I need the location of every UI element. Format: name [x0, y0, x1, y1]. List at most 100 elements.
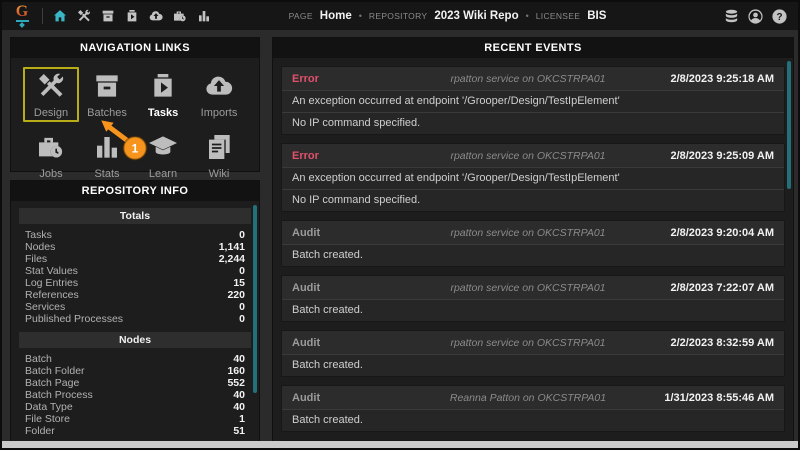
recent-events-title: RECENT EVENTS: [273, 38, 793, 58]
breadcrumb: PAGE Home • REPOSITORY 2023 Wiki Repo • …: [172, 10, 723, 22]
topbar-divider: [42, 8, 43, 24]
navigation-grid: Design Batches TasksImports Jobs Stats Learn W…: [11, 67, 259, 183]
repo-stat-row: Log Entries15: [19, 277, 251, 289]
stat-value: 220: [227, 289, 245, 301]
nav-item-batches[interactable]: Batches: [79, 67, 135, 122]
repo-section-title: Totals: [19, 208, 251, 224]
events-scrollbar[interactable]: [787, 61, 791, 189]
stat-value: 2,244: [219, 253, 245, 265]
grooper-logo-icon[interactable]: G: [12, 5, 32, 27]
event-type: Error: [292, 73, 412, 85]
repo-stat-row: Batch Page552: [19, 377, 251, 389]
event-message: No IP command specified.: [282, 189, 784, 211]
nav-item-label: Learn: [149, 168, 177, 180]
imports-icon[interactable]: [147, 8, 164, 25]
nav-item-stats[interactable]: Stats: [79, 128, 135, 183]
stat-value: 51: [233, 425, 245, 437]
event-message: An exception occurred at endpoint '/Groo…: [282, 90, 784, 112]
event-message: Batch created.: [282, 409, 784, 431]
stat-value: 0: [239, 313, 245, 325]
database-icon[interactable]: [723, 8, 740, 25]
wiki-icon: [203, 131, 235, 168]
nav-item-learn[interactable]: Learn: [135, 128, 191, 183]
event-timestamp: 2/8/2023 7:22:07 AM: [644, 282, 774, 294]
stat-label: Batch: [25, 353, 52, 365]
stat-label: Batch Page: [25, 377, 79, 389]
event-header: Errorrpatton service on OKCSTRPA012/8/20…: [282, 67, 784, 90]
event-timestamp: 2/2/2023 8:32:59 AM: [644, 337, 774, 349]
stat-label: Nodes: [25, 241, 55, 253]
stat-value: 0: [239, 265, 245, 277]
nav-item-tasks[interactable]: Tasks: [135, 67, 191, 122]
event-card[interactable]: Errorrpatton service on OKCSTRPA012/8/20…: [281, 66, 785, 135]
stat-label: Stat Values: [25, 265, 78, 277]
svg-text:?: ?: [776, 12, 782, 23]
event-message: An exception occurred at endpoint '/Groo…: [282, 167, 784, 189]
page-label: PAGE: [289, 11, 313, 21]
user-icon[interactable]: [747, 8, 764, 25]
licensee-value: BIS: [587, 10, 606, 22]
learn-icon: [147, 131, 179, 168]
stat-label: Tasks: [25, 229, 52, 241]
repo-stat-row: References 220: [19, 289, 251, 301]
repository-scrollbar[interactable]: [253, 205, 257, 393]
event-header: Errorrpatton service on OKCSTRPA012/8/20…: [282, 144, 784, 167]
event-message: Batch created.: [282, 244, 784, 266]
event-card[interactable]: Auditrpatton service on OKCSTRPA012/8/20…: [281, 220, 785, 267]
event-card[interactable]: Auditrpatton service on OKCSTRPA012/8/20…: [281, 275, 785, 322]
stats-icon: [91, 131, 123, 168]
stat-label: Batch Process: [25, 389, 93, 401]
event-source: rpatton service on OKCSTRPA01: [412, 227, 644, 239]
repo-section-title: Nodes: [19, 332, 251, 348]
repository-value: 2023 Wiki Repo: [434, 10, 518, 22]
repo-stat-row: Services 0: [19, 301, 251, 313]
recent-events-panel: RECENT EVENTS Errorrpatton service on OK…: [272, 37, 794, 445]
topbar-right-icons: ?: [723, 8, 788, 25]
stat-label: Services: [25, 301, 65, 313]
event-timestamp: 2/8/2023 9:20:04 AM: [644, 227, 774, 239]
event-card[interactable]: Errorrpatton service on OKCSTRPA012/8/20…: [281, 143, 785, 212]
repo-stat-row: Published Processes0: [19, 313, 251, 325]
nav-item-imports[interactable]: Imports: [191, 67, 247, 122]
repository-info-body: TotalsTasks0Nodes1,141Files2,244Stat Val…: [11, 208, 259, 437]
event-card[interactable]: Auditrpatton service on OKCSTRPA012/2/20…: [281, 330, 785, 377]
nav-item-label: Batches: [87, 107, 127, 119]
stat-value: 0: [239, 229, 245, 241]
batches-icon[interactable]: [99, 8, 116, 25]
repo-stat-row: Stat Values 0: [19, 265, 251, 277]
home-icon[interactable]: [51, 8, 68, 25]
event-message: Batch created.: [282, 299, 784, 321]
event-source: rpatton service on OKCSTRPA01: [412, 150, 644, 162]
event-card[interactable]: AuditReanna Patton on OKCSTRPA011/31/202…: [281, 385, 785, 432]
event-timestamp: 2/8/2023 9:25:09 AM: [644, 150, 774, 162]
event-source: Reanna Patton on OKCSTRPA01: [412, 392, 644, 404]
nav-item-design[interactable]: Design: [23, 67, 79, 122]
top-bar: G PAGE Home • REPOSITORY 2023 Wiki Repo …: [2, 2, 798, 30]
stat-value: 1: [239, 413, 245, 425]
stat-value: 1,141: [219, 241, 245, 253]
event-type: Audit: [292, 337, 412, 349]
logo-letter: G: [16, 5, 28, 19]
stat-value: 0: [239, 301, 245, 313]
event-type: Audit: [292, 392, 412, 404]
event-type: Audit: [292, 227, 412, 239]
tasks-icon[interactable]: [123, 8, 140, 25]
nav-item-label: Jobs: [39, 168, 62, 180]
event-header: AuditReanna Patton on OKCSTRPA011/31/202…: [282, 386, 784, 409]
repo-stat-row: Batch Folder160: [19, 365, 251, 377]
repo-stat-row: Batch40: [19, 353, 251, 365]
repo-section-totals: TotalsTasks0Nodes1,141Files2,244Stat Val…: [19, 208, 251, 325]
repo-stat-row: Data Type40: [19, 401, 251, 413]
page-value: Home: [320, 10, 352, 22]
repository-info-panel: REPOSITORY INFO TotalsTasks0Nodes1,141Fi…: [10, 180, 260, 446]
event-source: rpatton service on OKCSTRPA01: [412, 282, 644, 294]
nav-item-jobs[interactable]: Jobs: [23, 128, 79, 183]
repo-stat-row: Batch Process40: [19, 389, 251, 401]
event-timestamp: 1/31/2023 8:55:46 AM: [644, 392, 774, 404]
event-header: Auditrpatton service on OKCSTRPA012/8/20…: [282, 276, 784, 299]
help-icon[interactable]: ?: [771, 8, 788, 25]
event-type: Audit: [292, 282, 412, 294]
stat-label: References: [25, 289, 79, 301]
design-icon[interactable]: [75, 8, 92, 25]
nav-item-wiki[interactable]: Wiki: [191, 128, 247, 183]
